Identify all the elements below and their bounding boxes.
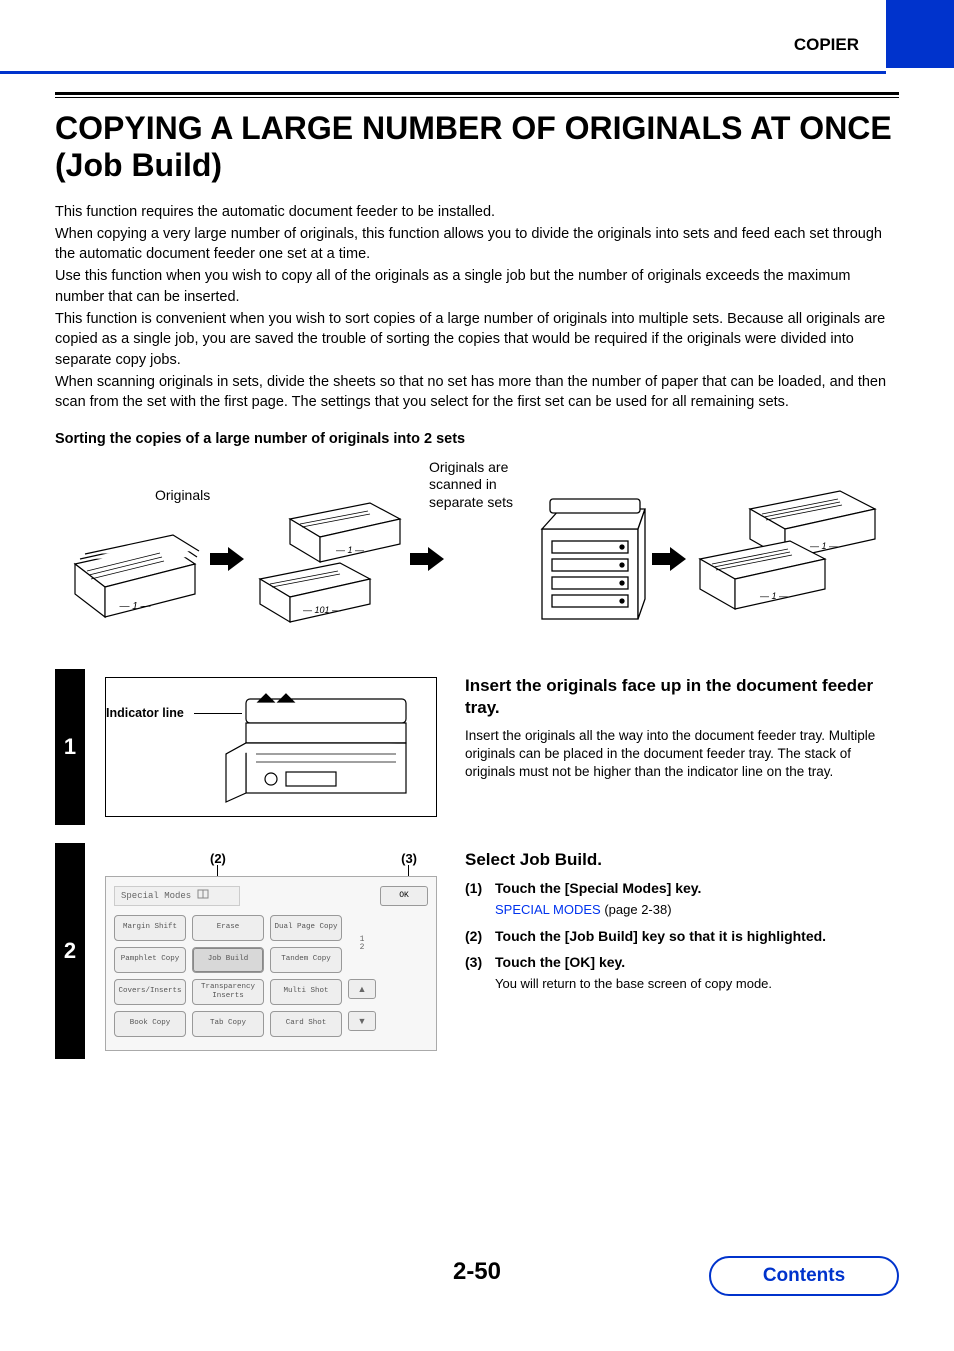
special-modes-ref: (page 2-38) [601,902,672,917]
special-modes-label: Special Modes [121,891,191,901]
pamphlet-copy-button[interactable]: Pamphlet Copy [114,947,186,973]
callout-2: (2) [210,851,226,866]
tandem-copy-button[interactable]: Tandem Copy [270,947,342,973]
ok-button[interactable]: OK [380,886,428,906]
svg-text:— 1 —: — 1 — [809,541,839,551]
step-2: 2 (2) (3) Special Modes [55,843,899,1059]
step2-item-1-note: SPECIAL MODES (page 2-38) [495,902,899,917]
step-number: 1 [55,669,85,825]
transparency-inserts-button[interactable]: Transparency Inserts [192,979,264,1005]
svg-text:— 1 —: — 1 — [118,601,151,612]
erase-button[interactable]: Erase [192,915,264,941]
label-originals: Originals [155,487,210,503]
dual-page-copy-button[interactable]: Dual Page Copy [270,915,342,941]
stack-output-icon: — 1 — — 1 — [690,479,890,639]
step2-heading: Select Job Build. [465,849,899,871]
copier-machine-icon [530,479,650,634]
contents-button[interactable]: Contents [709,1256,899,1296]
step2-item-3-note: You will return to the base screen of co… [495,976,899,991]
special-modes-link[interactable]: SPECIAL MODES [495,902,601,917]
para-4: This function is convenient when you wis… [55,309,899,370]
multi-shot-button[interactable]: Multi Shot [270,979,342,1005]
header-blue-block [886,0,954,68]
card-shot-button[interactable]: Card Shot [270,1011,342,1037]
book-icon [197,888,209,903]
book-copy-button[interactable]: Book Copy [114,1011,186,1037]
title-rule [55,92,899,98]
stack-originals-icon: — 1 — [65,509,205,619]
page-title: COPYING A LARGE NUMBER OF ORIGINALS AT O… [55,110,899,184]
step1-body: Insert the originals all the way into th… [465,727,899,782]
page-header: COPIER [0,35,954,59]
step2-item-2: (2) Touch the [Job Build] key so that it… [465,927,899,946]
touchscreen-panel: Special Modes OK Margin Shift Erase [105,876,437,1051]
tab-copy-button[interactable]: Tab Copy [192,1011,264,1037]
margin-shift-button[interactable]: Margin Shift [114,915,186,941]
step2-figure: (2) (3) Special Modes [105,851,437,1051]
covers-inserts-button[interactable]: Covers/Inserts [114,979,186,1005]
special-modes-bar[interactable]: Special Modes [114,886,240,906]
arrow-icon [410,547,444,576]
workflow-diagram: Originals Originals are scanned in separ… [55,459,899,649]
step2-item-3: (3) Touch the [OK] key. [465,953,899,972]
label-separate-sets: Originals are scanned in separate sets [429,459,539,512]
callout-3: (3) [401,851,417,866]
para-1: This function requires the automatic doc… [55,202,899,222]
para-3: Use this function when you wish to copy … [55,266,899,307]
stack-split-icon: — 1 — — 101 — [250,489,410,639]
pager-indicator: 1 2 [348,915,376,973]
intro-text: This function requires the automatic doc… [55,202,899,413]
header-rule [0,71,886,74]
step-number: 2 [55,843,85,1059]
diagram-subheading: Sorting the copies of a large number of … [55,431,899,447]
arrow-icon [652,547,686,576]
para-5: When scanning originals in sets, divide … [55,372,899,413]
step1-heading: Insert the originals face up in the docu… [465,675,899,719]
step2-item-1: (1) Touch the [Special Modes] key. [465,879,899,898]
svg-text:— 101 —: — 101 — [302,605,342,615]
step-1: 1 Indicator line [55,669,899,825]
svg-text:— 1 —: — 1 — [759,591,789,601]
job-build-button[interactable]: Job Build [192,947,264,973]
step1-figure: Indicator line [105,677,437,817]
section-title: COPIER [794,35,859,55]
scroll-down-button[interactable]: ▼ [348,1011,376,1031]
arrow-icon [210,547,244,576]
para-2: When copying a very large number of orig… [55,224,899,265]
scroll-up-button[interactable]: ▲ [348,979,376,999]
svg-text:— 1 —: — 1 — [335,545,365,555]
